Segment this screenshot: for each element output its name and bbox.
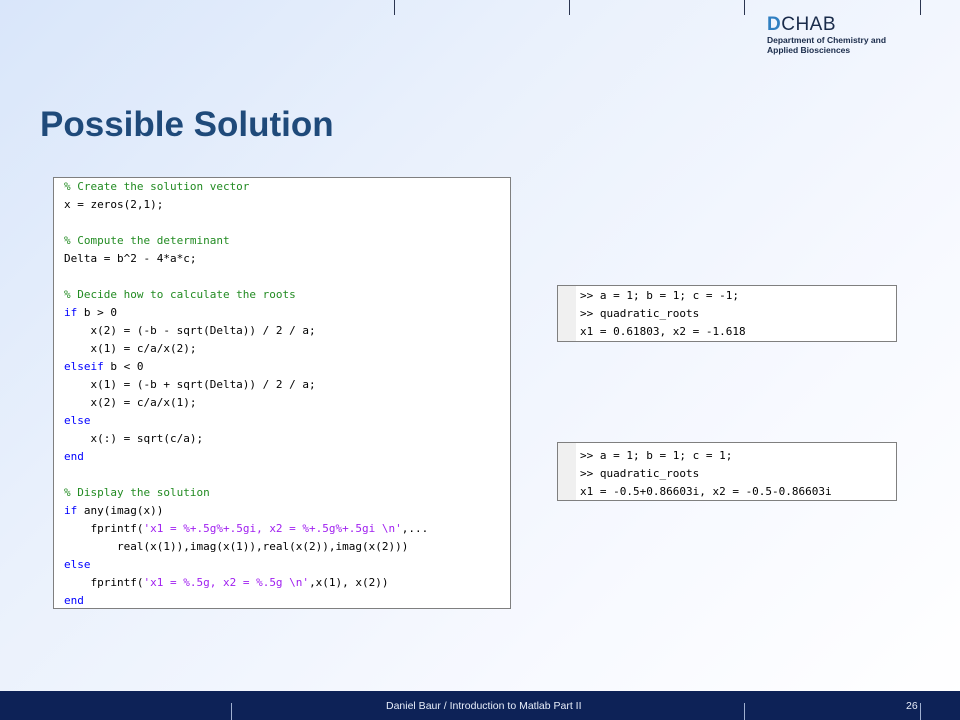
code-line: % Create the solution vector xyxy=(64,180,250,193)
top-divider xyxy=(744,0,745,15)
code-line: end xyxy=(64,450,84,463)
code-line: if any(imag(x)) xyxy=(64,504,164,517)
code-line: x(2) = (-b - sqrt(Delta)) / 2 / a; xyxy=(64,324,316,337)
footer-divider xyxy=(744,703,745,720)
logo-line-1: Department of Chemistry and xyxy=(767,35,887,45)
code-line: else xyxy=(64,558,91,571)
console-line: >> a = 1; b = 1; c = 1; xyxy=(580,449,733,462)
console-output-real: >> a = 1; b = 1; c = -1; >> quadratic_roo… xyxy=(557,285,897,342)
top-divider xyxy=(920,0,921,15)
dchab-logo: DCHAB Department of Chemistry and Applie… xyxy=(767,14,887,56)
code-line: % Display the solution xyxy=(64,486,210,499)
code-line: else xyxy=(64,414,91,427)
code-line: end xyxy=(64,594,84,607)
console-output-complex: >> a = 1; b = 1; c = 1; >> quadratic_root… xyxy=(557,442,897,501)
page-number: 26 xyxy=(906,700,918,712)
footer-divider xyxy=(920,703,921,720)
footer-divider xyxy=(231,703,232,720)
code-line: elseif b < 0 xyxy=(64,360,144,373)
logo-line-2: Applied Biosciences xyxy=(767,45,851,55)
code-line: % Decide how to calculate the roots xyxy=(64,288,296,301)
console-line: >> quadratic_roots xyxy=(580,307,700,320)
logo-mark-d: D xyxy=(767,14,782,35)
console-line: >> quadratic_roots xyxy=(580,467,700,480)
code-line: fprintf('x1 = %+.5g%+.5gi, x2 = %+.5g%+.… xyxy=(64,522,429,535)
code-line: x(2) = c/a/x(1); xyxy=(64,396,197,409)
top-divider xyxy=(569,0,570,15)
logo-mark-chab: CHAB xyxy=(781,14,837,35)
code-line: Delta = b^2 - 4*a*c; xyxy=(64,252,197,265)
code-listing: % Create the solution vector x = zeros(2,… xyxy=(53,177,511,609)
console-line: >> a = 1; b = 1; c = -1; xyxy=(580,289,739,302)
console-line: x1 = -0.5+0.86603i, x2 = -0.5-0.86603i xyxy=(580,485,832,498)
code-line: real(x(1)),imag(x(1)),real(x(2)),imag(x(… xyxy=(64,540,409,553)
slide-title: Possible Solution xyxy=(40,105,334,144)
console-line: x1 = 0.61803, x2 = -1.618 xyxy=(580,325,746,338)
footer-author-title: Daniel Baur / Introduction to Matlab Par… xyxy=(386,700,582,712)
code-line: x(:) = sqrt(c/a); xyxy=(64,432,204,445)
top-divider xyxy=(394,0,395,15)
code-line: x = zeros(2,1); xyxy=(64,198,164,211)
code-line: if b > 0 xyxy=(64,306,117,319)
code-line: x(1) = c/a/x(2); xyxy=(64,342,197,355)
code-line: % Compute the determinant xyxy=(64,234,230,247)
footer-bar: Daniel Baur / Introduction to Matlab Par… xyxy=(0,691,960,720)
code-line: x(1) = (-b + sqrt(Delta)) / 2 / a; xyxy=(64,378,316,391)
code-line: fprintf('x1 = %.5g, x2 = %.5g \n',x(1), … xyxy=(64,576,389,589)
